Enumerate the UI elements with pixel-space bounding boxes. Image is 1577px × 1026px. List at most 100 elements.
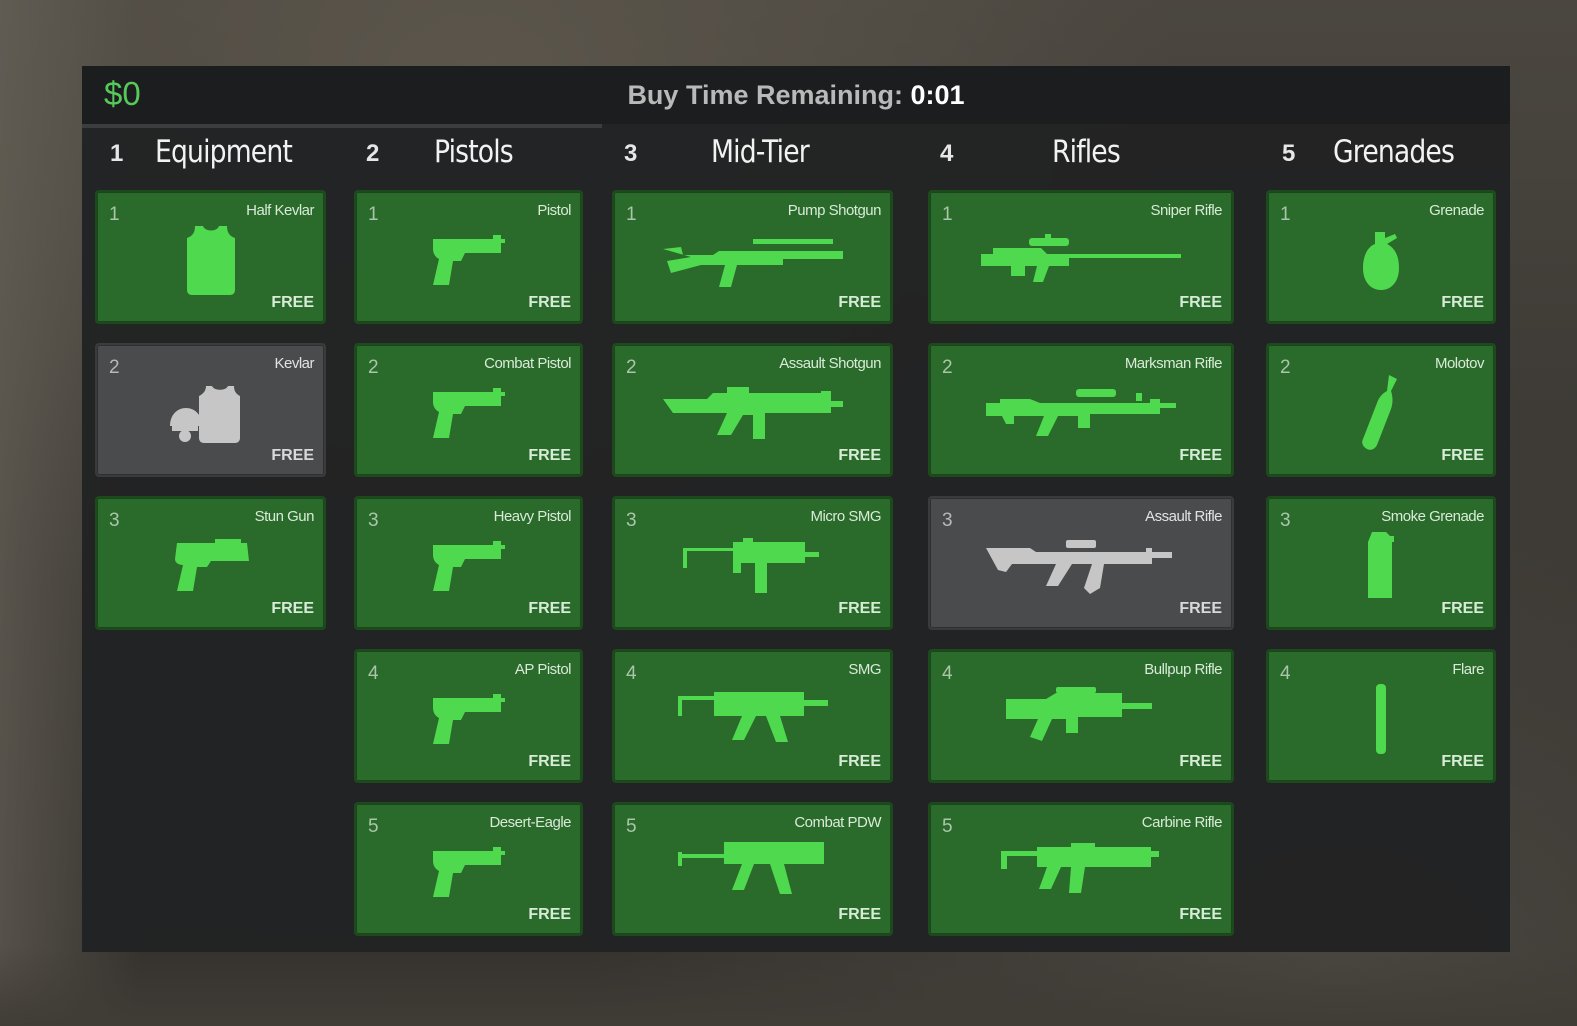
category-tab[interactable]: 3 Mid-Tier <box>612 128 893 190</box>
pdw-icon <box>614 830 891 914</box>
item-price: FREE <box>1179 906 1222 923</box>
category-tab[interactable]: 2 Pistols <box>354 128 583 190</box>
item-card-smg[interactable]: 4 SMG FREE <box>612 649 893 783</box>
item-card-stun-gun[interactable]: 3 Stun Gun FREE <box>95 496 326 630</box>
item-name: Desert-Eagle <box>489 814 571 831</box>
buy-time-value: 0:01 <box>910 80 965 110</box>
pistol-icon <box>356 524 581 608</box>
vest-icon <box>97 218 324 302</box>
item-name: Micro SMG <box>810 508 882 525</box>
category-number: 4 <box>940 140 954 167</box>
micro-smg-icon <box>614 524 891 608</box>
item-name: Bullpup Rifle <box>1144 661 1222 678</box>
item-card-micro-smg[interactable]: 3 Micro SMG FREE <box>612 496 893 630</box>
item-card-pump-shotgun[interactable]: 1 Pump Shotgun FREE <box>612 190 893 324</box>
item-price: FREE <box>528 294 571 311</box>
item-name: Assault Shotgun <box>779 355 881 372</box>
background-ground <box>0 946 1577 1026</box>
item-price: FREE <box>1179 294 1222 311</box>
category-title: Mid-Tier <box>711 134 810 170</box>
buy-menu-panel: $0 Buy Time Remaining: 0:01 1 Equipment 1 H… <box>82 66 1510 952</box>
item-card-grenade[interactable]: 1 Grenade FREE <box>1266 190 1496 324</box>
category-title: Pistols <box>434 134 514 170</box>
item-card-molotov[interactable]: 2 Molotov FREE <box>1266 343 1496 477</box>
item-price: FREE <box>271 294 314 311</box>
smg-icon <box>614 677 891 761</box>
item-name: Flare <box>1452 661 1484 678</box>
category-number: 5 <box>1282 140 1296 167</box>
item-name: Heavy Pistol <box>493 508 572 525</box>
category-tab[interactable]: 4 Rifles <box>928 128 1234 190</box>
item-name: Half Kevlar <box>246 202 314 219</box>
grenade-icon <box>1268 218 1494 302</box>
helmet-vest-icon <box>97 371 324 455</box>
item-name: Sniper Rifle <box>1150 202 1222 219</box>
item-card-half-kevlar[interactable]: 1 Half Kevlar FREE <box>95 190 326 324</box>
bullpup-rifle-icon <box>930 677 1232 761</box>
pistol-icon <box>356 371 581 455</box>
item-card-combat-pdw[interactable]: 5 Combat PDW FREE <box>612 802 893 936</box>
category-column-pistols: 2 Pistols <box>354 128 583 190</box>
item-card-flare[interactable]: 4 Flare FREE <box>1266 649 1496 783</box>
pistol-icon <box>356 677 581 761</box>
assault-rifle-icon <box>930 524 1232 608</box>
item-price: FREE <box>838 447 881 464</box>
assault-shotgun-icon <box>614 371 891 455</box>
buy-time-remaining: Buy Time Remaining: 0:01 <box>82 80 1510 111</box>
category-column-equipment: 1 Equipment <box>95 128 326 190</box>
item-price: FREE <box>1179 753 1222 770</box>
item-card-kevlar[interactable]: 2 Kevlar FREE <box>95 343 326 477</box>
item-price: FREE <box>271 600 314 617</box>
category-number: 1 <box>110 140 124 167</box>
item-name: Marksman Rifle <box>1124 355 1223 372</box>
item-name: Carbine Rifle <box>1141 814 1223 831</box>
item-price: FREE <box>528 600 571 617</box>
item-price: FREE <box>1441 600 1484 617</box>
item-card-assault-shotgun[interactable]: 2 Assault Shotgun FREE <box>612 343 893 477</box>
item-price: FREE <box>838 753 881 770</box>
carbine-rifle-icon <box>930 830 1232 914</box>
item-card-heavy-pistol[interactable]: 3 Heavy Pistol FREE <box>354 496 583 630</box>
category-number: 2 <box>366 140 380 167</box>
item-card-desert-eagle[interactable]: 5 Desert-Eagle FREE <box>354 802 583 936</box>
flare-icon <box>1268 677 1494 761</box>
item-price: FREE <box>1179 447 1222 464</box>
item-card-pistol[interactable]: 1 Pistol FREE <box>354 190 583 324</box>
item-name: Kevlar <box>274 355 314 372</box>
category-title: Grenades <box>1333 134 1455 170</box>
category-title: Equipment <box>155 134 293 170</box>
smoke-grenade-icon <box>1268 524 1494 608</box>
buy-menu-header: $0 Buy Time Remaining: 0:01 <box>82 66 1510 124</box>
category-tab[interactable]: 5 Grenades <box>1266 128 1496 190</box>
category-column-rifles: 4 Rifles <box>928 128 1234 190</box>
item-card-smoke-grenade[interactable]: 3 Smoke Grenade FREE <box>1266 496 1496 630</box>
item-price: FREE <box>528 753 571 770</box>
item-card-assault-rifle[interactable]: 3 Assault Rifle FREE <box>928 496 1234 630</box>
item-name: Pump Shotgun <box>787 202 882 219</box>
item-card-carbine-rifle[interactable]: 5 Carbine Rifle FREE <box>928 802 1234 936</box>
item-card-ap-pistol[interactable]: 4 AP Pistol FREE <box>354 649 583 783</box>
item-card-marksman-rifle[interactable]: 2 Marksman Rifle FREE <box>928 343 1234 477</box>
category-number: 3 <box>624 140 638 167</box>
item-name: Combat PDW <box>794 814 881 831</box>
category-title: Rifles <box>1052 134 1121 170</box>
item-price: FREE <box>528 447 571 464</box>
pistol-icon <box>356 218 581 302</box>
item-price: FREE <box>838 294 881 311</box>
pistol-icon <box>356 830 581 914</box>
item-name: AP Pistol <box>514 661 572 678</box>
item-price: FREE <box>1441 447 1484 464</box>
item-name: Combat Pistol <box>484 355 571 372</box>
item-price: FREE <box>528 906 571 923</box>
item-price: FREE <box>271 447 314 464</box>
molotov-icon <box>1268 371 1494 455</box>
category-tab[interactable]: 1 Equipment <box>95 128 326 190</box>
item-name: SMG <box>848 661 881 678</box>
item-card-combat-pistol[interactable]: 2 Combat Pistol FREE <box>354 343 583 477</box>
category-column-mid-tier: 3 Mid-Tier <box>612 128 893 190</box>
marksman-rifle-icon <box>930 371 1232 455</box>
item-card-bullpup-rifle[interactable]: 4 Bullpup Rifle FREE <box>928 649 1234 783</box>
sniper-rifle-icon <box>930 218 1232 302</box>
item-price: FREE <box>838 906 881 923</box>
item-card-sniper-rifle[interactable]: 1 Sniper Rifle FREE <box>928 190 1234 324</box>
